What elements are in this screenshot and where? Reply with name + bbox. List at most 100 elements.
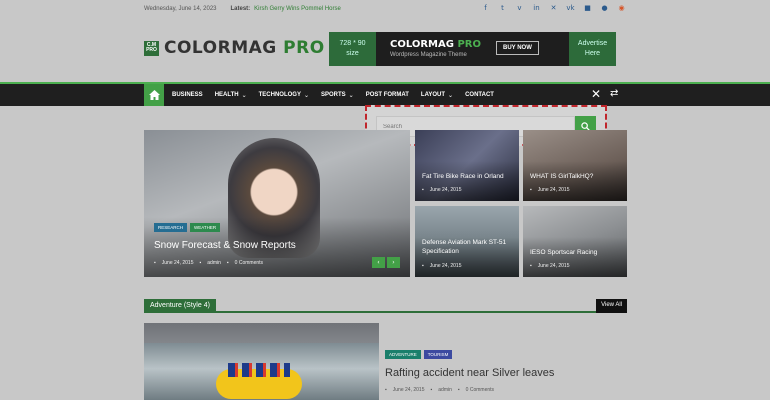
vimeo-icon[interactable]: v (515, 3, 524, 12)
view-all-button[interactable]: View All (596, 299, 627, 313)
advertise-line2: Here (584, 50, 601, 57)
chevron-down-icon: ⌄ (448, 91, 454, 99)
nav-label: BUSINESS (172, 92, 203, 98)
adventure-post-title[interactable]: Rafting accident near Silver leaves (385, 367, 554, 379)
chevron-down-icon: ⌄ (348, 91, 354, 99)
latest-label: Latest: (230, 6, 251, 12)
user-icon: ▪ (430, 387, 433, 393)
home-button[interactable] (144, 84, 164, 106)
grid-post-meta: ▪ June 24, 2015 (422, 263, 461, 269)
featured-tags: RESEARCH WEATHER (154, 223, 221, 232)
random-post-icon[interactable]: ⇄ (610, 89, 618, 99)
grid-post[interactable]: WHAT IS GirlTalkHQ? ▪ June 24, 2015 (523, 130, 627, 201)
grid-post[interactable]: Defense Aviation Mark ST-51 Specificatio… (415, 206, 519, 277)
top-bar: Wednesday, June 14, 2023 Latest: Kirsh G… (0, 0, 770, 18)
nav-label: POST FORMAT (365, 92, 409, 98)
post-date[interactable]: June 24, 2015 (538, 263, 570, 269)
category-tag[interactable]: TOURISM (423, 350, 453, 359)
slider-next-button[interactable]: › (387, 257, 400, 268)
close-search-icon[interactable]: ✕ (591, 88, 601, 100)
nav-item-business[interactable]: BUSINESS (172, 92, 203, 98)
post-author[interactable]: admin (207, 260, 221, 266)
calendar-icon: ▪ (530, 263, 532, 269)
grid-post-meta: ▪ June 24, 2015 (530, 263, 569, 269)
grid-post[interactable]: Fat Tire Bike Race in Orland ▪ June 24, 2… (415, 130, 519, 201)
nav-label: SPORTS (320, 92, 346, 98)
section-title[interactable]: Adventure (Style 4) (144, 299, 216, 313)
post-date[interactable]: June 24, 2015 (162, 260, 194, 266)
header-advertisement[interactable]: 728 * 90 size COLORMAG PRO Wordpress Mag… (329, 32, 616, 66)
ad-size-label: 728 * 90 size (329, 32, 376, 66)
site-header: C.M PRO COLORMAG PRO 728 * 90 size COLOR… (0, 18, 770, 80)
nav-item-sports[interactable]: SPORTS ⌄ (321, 92, 354, 99)
calendar-icon: ▪ (385, 387, 387, 393)
nav-item-health[interactable]: HEALTH ⌄ (215, 92, 247, 99)
ad-subtitle: Wordpress Magazine Theme (390, 52, 467, 58)
adventure-post-meta: ▪ June 24, 2015 ▪ admin ▪ 0 Comments (385, 387, 494, 393)
buy-now-button[interactable]: BUY NOW (496, 41, 539, 55)
nav-menu: BUSINESS HEALTH ⌄ TECHNOLOGY ⌄ SPORTS ⌄ POS… (172, 84, 506, 106)
post-author[interactable]: admin (438, 387, 452, 393)
calendar-icon: ▪ (422, 263, 424, 269)
logo-badge-bottom: PRO (146, 47, 157, 53)
nav-label: CONTACT (465, 92, 494, 98)
adventure-tags: ADVENTURE TOURISM (385, 350, 453, 359)
category-tag[interactable]: RESEARCH (154, 223, 188, 232)
calendar-icon: ▪ (530, 187, 532, 193)
calendar-icon: ▪ (154, 260, 156, 266)
grid-post-meta: ▪ June 24, 2015 (422, 187, 461, 193)
category-tag[interactable]: WEATHER (190, 223, 221, 232)
ad-main: COLORMAG PRO Wordpress Magazine Theme BU… (376, 32, 569, 66)
home-icon (148, 90, 160, 100)
facebook-icon[interactable]: f (481, 3, 490, 12)
featured-title[interactable]: Snow Forecast & Snow Reports (154, 240, 296, 251)
logo-text: COLORMAG PRO (164, 38, 325, 58)
user-icon: ▪ (199, 260, 202, 266)
nav-label: HEALTH (214, 92, 239, 98)
grid-post-title[interactable]: IESO Sportscar Racing (530, 249, 622, 258)
main-navigation: BUSINESS HEALTH ⌄ TECHNOLOGY ⌄ SPORTS ⌄ POS… (0, 82, 770, 106)
comment-icon: ▪ (457, 387, 460, 393)
grid-post-meta: ▪ June 24, 2015 (530, 187, 569, 193)
ad-title-primary: COLORMAG (390, 39, 454, 50)
nav-item-technology[interactable]: TECHNOLOGY ⌄ (259, 92, 309, 99)
advertise-line1: Advertise (577, 40, 608, 48)
nav-item-post-format[interactable]: POST FORMAT (366, 92, 409, 98)
advertise-here[interactable]: Advertise Here (569, 32, 616, 66)
chevron-down-icon: ⌄ (303, 91, 309, 99)
grid-post-title[interactable]: Fat Tire Bike Race in Orland (422, 173, 514, 182)
post-date[interactable]: June 24, 2015 (538, 187, 570, 193)
ad-size-line2: size (346, 50, 359, 57)
latest-news-link[interactable]: Kirsh Gerry Wins Pommel Horse (254, 6, 341, 12)
ad-title: COLORMAG PRO (390, 39, 481, 50)
grid-post[interactable]: IESO Sportscar Racing ▪ June 24, 2015 (523, 206, 627, 277)
linkedin-icon[interactable]: in (532, 3, 541, 12)
grid-post-title[interactable]: Defense Aviation Mark ST-51 Specificatio… (422, 239, 514, 257)
post-comments[interactable]: 0 Comments (235, 260, 263, 266)
xing-icon[interactable]: ✕ (549, 3, 558, 12)
adventure-post-image[interactable] (144, 323, 379, 400)
post-comments[interactable]: 0 Comments (466, 387, 494, 393)
flickr-icon[interactable]: ● (600, 3, 609, 12)
nav-label: TECHNOLOGY (258, 92, 301, 98)
nav-item-contact[interactable]: CONTACT (465, 92, 494, 98)
grid-post-title[interactable]: WHAT IS GirlTalkHQ? (530, 173, 622, 182)
slider-prev-button[interactable]: ‹ (372, 257, 385, 268)
foursquare-icon[interactable]: ■ (583, 3, 592, 12)
post-date[interactable]: June 24, 2015 (393, 387, 425, 393)
nav-item-layout[interactable]: LAYOUT ⌄ (421, 92, 453, 99)
vk-icon[interactable]: vk (566, 3, 575, 12)
logo-text-accent: PRO (276, 38, 325, 58)
rss-icon[interactable]: ◉ (617, 3, 626, 12)
ad-size-line1: 728 * 90 (339, 40, 366, 48)
logo-text-primary: COLORMAG (164, 38, 277, 58)
post-date[interactable]: June 24, 2015 (430, 187, 462, 193)
featured-meta: ▪ June 24, 2015 ▪ admin ▪ 0 Comments (154, 260, 263, 266)
post-date[interactable]: June 24, 2015 (430, 263, 462, 269)
featured-post[interactable]: RESEARCH WEATHER Snow Forecast & Snow Re… (144, 130, 410, 277)
twitter-icon[interactable]: t (498, 3, 507, 12)
category-tag[interactable]: ADVENTURE (385, 350, 421, 359)
logo-badge: C.M PRO (144, 40, 159, 56)
comment-icon: ▪ (226, 260, 229, 266)
site-logo[interactable]: C.M PRO COLORMAG PRO (144, 38, 325, 58)
